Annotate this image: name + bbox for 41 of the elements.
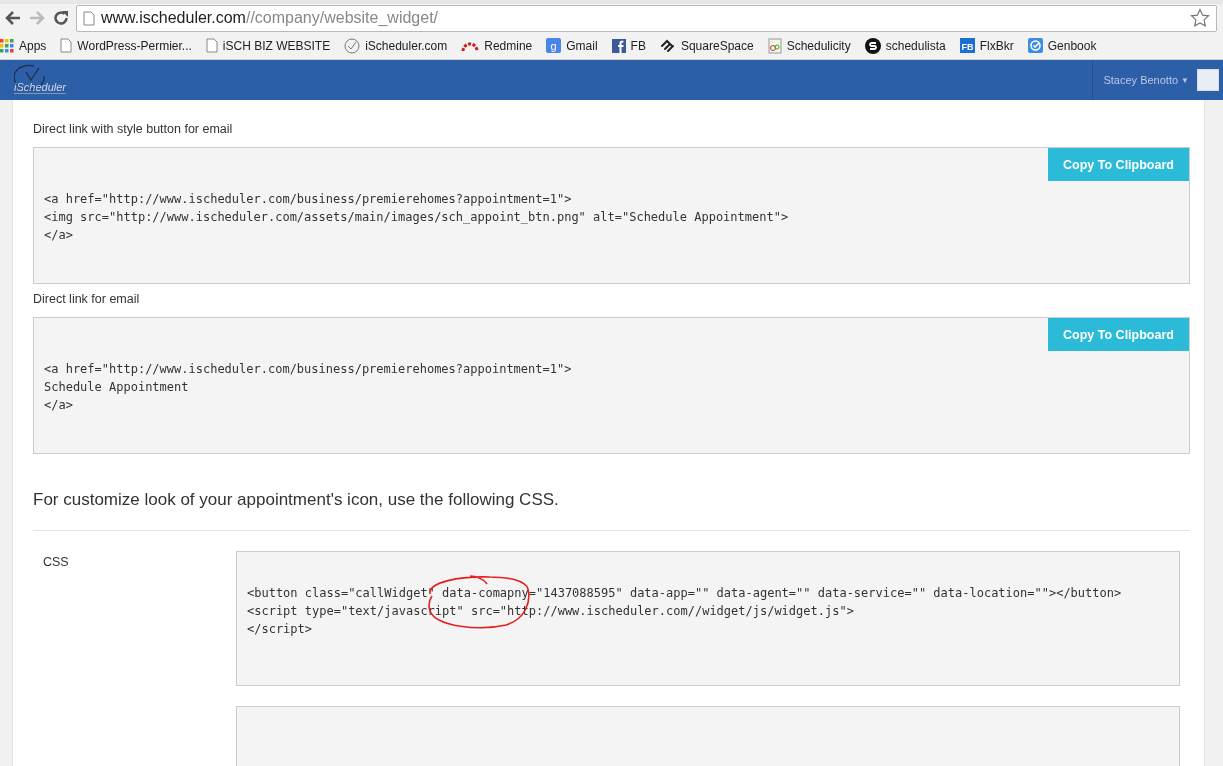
- code-line: <a href="http://www.ischeduler.com/business/premierehomes?appointment=1">: [43, 191, 573, 208]
- css-label: CSS: [43, 554, 70, 571]
- g-icon: g: [546, 38, 562, 53]
- bookmark-link[interactable]: schedulista: [864, 37, 954, 54]
- bookmark-link[interactable]: Redmine: [461, 38, 541, 53]
- bookmark-link[interactable]: iSCH BIZ WEBSITE: [205, 38, 339, 53]
- clock-icon: [344, 37, 361, 54]
- bookmark-link[interactable]: SquareSpace: [659, 38, 762, 53]
- squarespace-icon: [659, 38, 676, 53]
- code-line: Schedule Appointment: [43, 379, 190, 396]
- bookmark-link[interactable]: g Gmail: [546, 38, 606, 53]
- bookmark-link[interactable]: Apps: [0, 38, 55, 53]
- code-line: <a href="http://www.ischeduler.com/business/premierehomes?appointment=1">: [43, 361, 573, 378]
- f-icon: [611, 38, 626, 53]
- code-line: </a>: [43, 227, 74, 244]
- page-icon: [60, 38, 73, 53]
- back-icon[interactable]: [4, 9, 22, 27]
- code-line: </a>: [43, 397, 74, 414]
- reload-icon[interactable]: [52, 9, 70, 27]
- s-icon: [864, 37, 881, 54]
- address-field[interactable]: www.ischeduler.com//company/website_widget/: [76, 4, 1217, 32]
- bookmark-link[interactable]: iScheduler.com: [344, 37, 456, 54]
- section-heading: For customize look of your appointment's icon, use the following CSS.: [33, 490, 1190, 531]
- code-line: </script>: [246, 621, 314, 638]
- bookmark-link[interactable]: Schedulicity: [767, 37, 859, 54]
- bookmark-link[interactable]: FB FlxBkr: [959, 38, 1022, 53]
- fb-square-icon: FB: [959, 38, 975, 53]
- page-icon: [83, 10, 95, 26]
- section-label: Direct link with style button for email: [33, 122, 234, 136]
- bookmark-link[interactable]: Genbook: [1027, 38, 1105, 53]
- page-icon: [205, 38, 218, 53]
- bookmark-link[interactable]: FB: [611, 38, 654, 53]
- code-line: <img src="http://www.ischeduler.com/assets/main/images/sch_appoint_btn.png" alt="Schedule Appointment">: [43, 209, 790, 226]
- apps-grid-icon: [0, 38, 14, 53]
- logo-drawing[interactable]: iScheduler: [14, 64, 76, 96]
- tag-icon: [767, 37, 782, 54]
- url-text: www.ischeduler.com//company/website_widget/: [101, 9, 440, 27]
- star-icon[interactable]: [1190, 8, 1210, 28]
- bookmark-link[interactable]: WordPress-Permier...: [60, 38, 200, 53]
- section-label: Direct link for email: [33, 292, 141, 306]
- check-circle-icon: [1027, 38, 1043, 53]
